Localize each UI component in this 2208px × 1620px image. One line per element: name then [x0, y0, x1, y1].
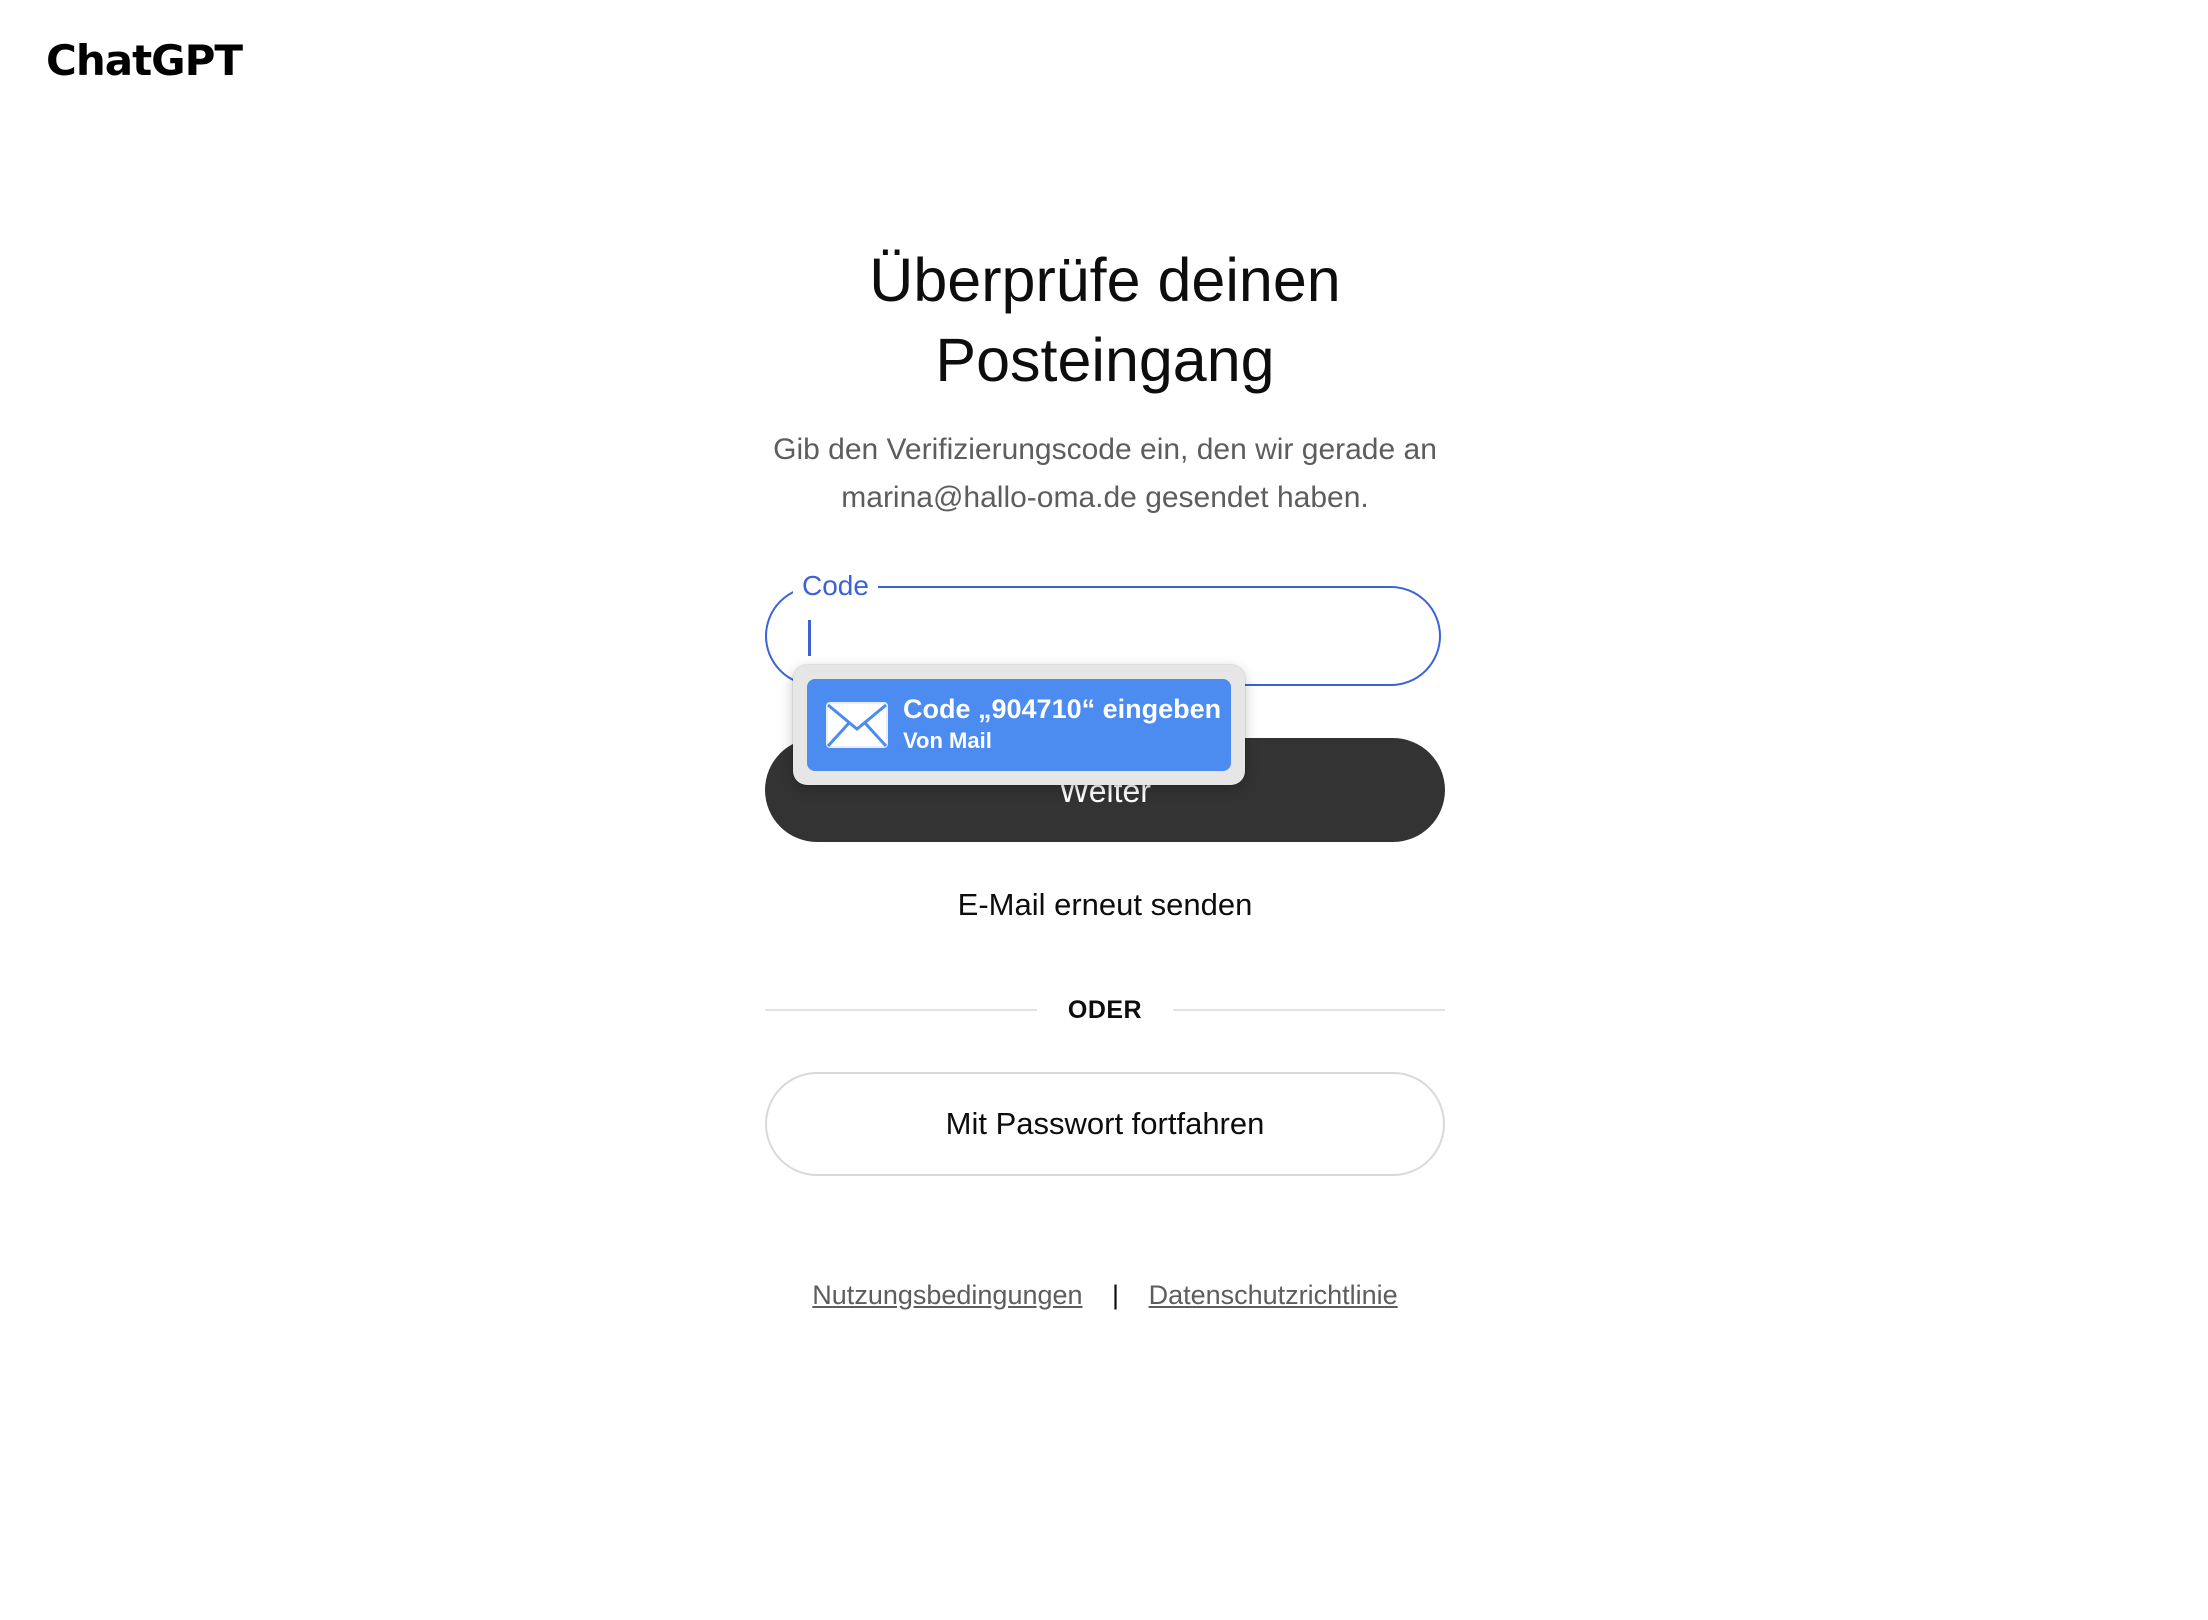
continue-with-password-button[interactable]: Mit Passwort fortfahren [765, 1072, 1445, 1176]
or-divider: ODER [765, 990, 1445, 1030]
page-subtitle: Gib den Verifizierungscode ein, den wir … [773, 433, 1437, 514]
login-verification-page: ChatGPT Überprüfe deinen Posteingang Gib… [0, 0, 2208, 1620]
page-title: Überprüfe deinen Posteingang [869, 246, 1341, 394]
terms-link[interactable]: Nutzungsbedingungen [812, 1280, 1082, 1310]
text-caret [808, 620, 811, 656]
privacy-link[interactable]: Datenschutzrichtlinie [1149, 1280, 1398, 1310]
autofill-source: Von Mail [903, 728, 992, 753]
autofill-title: Code „904710“ eingeben [903, 694, 1222, 724]
code-field-label: Code [793, 566, 878, 606]
autofill-suggestion[interactable]: Code „904710“ eingeben Von Mail [807, 679, 1231, 771]
autofill-popup: Code „904710“ eingeben Von Mail [793, 665, 1245, 785]
resend-email-link[interactable]: E-Mail erneut senden [765, 880, 1445, 930]
code-input[interactable] [807, 606, 1401, 668]
chatgpt-logo[interactable]: ChatGPT [46, 36, 243, 85]
footer-separator: | [1112, 1280, 1120, 1310]
mail-icon [826, 702, 888, 748]
footer-links: Nutzungsbedingungen | Datenschutzrichtli… [765, 1275, 1445, 1315]
divider-line-right [1173, 1009, 1445, 1011]
